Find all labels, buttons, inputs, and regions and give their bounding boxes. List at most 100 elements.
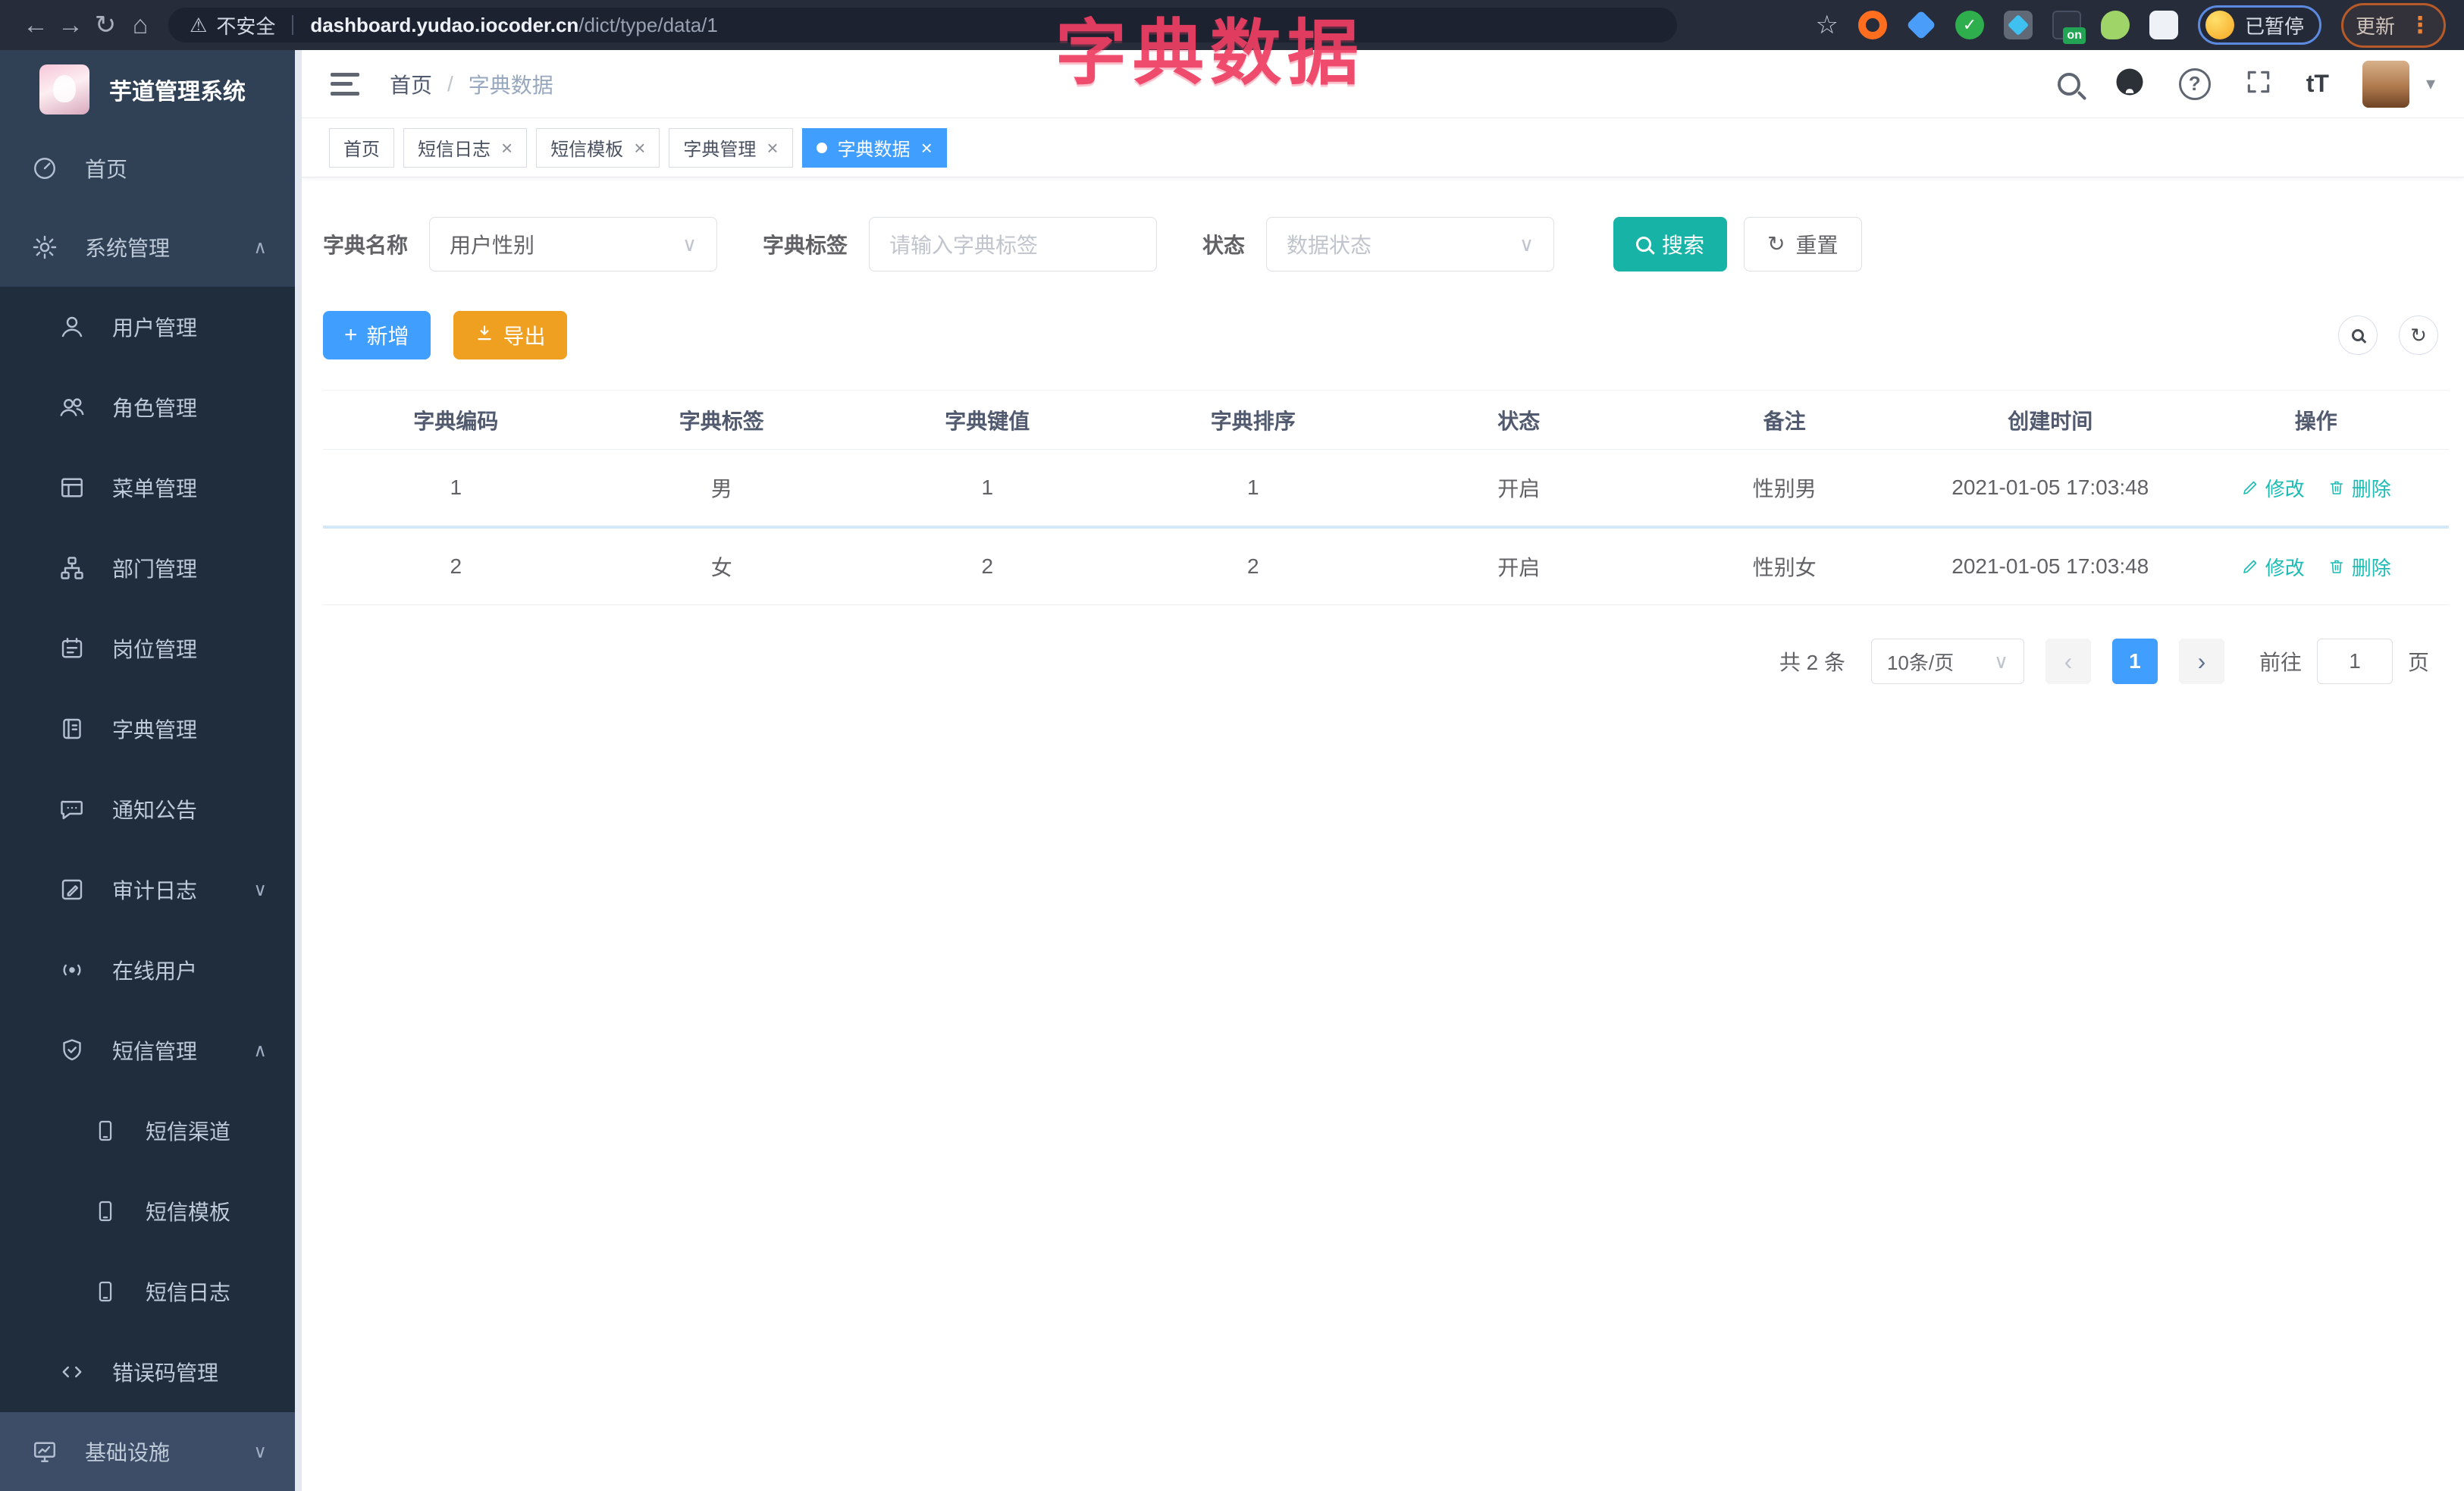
prev-page-button[interactable]: ‹ — [2045, 639, 2091, 684]
page-size-select[interactable]: 10条/页 ∨ — [1870, 639, 2024, 684]
refresh-table-button[interactable]: ↻ — [2399, 315, 2438, 355]
download-icon — [475, 323, 494, 348]
tab-dict-data-active[interactable]: 字典数据 × — [801, 127, 947, 168]
blue-gem-shape — [1906, 10, 1936, 40]
main-area: 首页 / 字典数据 ? tT ▾ 首页 短信日志 × 短信模板 × 字典管理 ×… — [302, 50, 2464, 1491]
bookmark-star-icon[interactable]: ☆ — [1815, 10, 1838, 40]
browser-actions: ☆ ✓ on 已暂停 更新 ⋮ — [1815, 2, 2446, 48]
browser-menu-icon[interactable]: ⋮ — [2409, 12, 2431, 39]
sidebar-item-menus[interactable]: 菜单管理 — [0, 447, 302, 528]
total-count: 共 2 条 — [1779, 651, 1845, 674]
extension-gray-diamond-icon[interactable] — [2003, 11, 2033, 39]
extensions-puzzle-icon[interactable] — [2149, 11, 2178, 39]
forward-icon[interactable]: → — [53, 11, 88, 40]
sidebar-item-system[interactable]: 系统管理 ∧ — [0, 208, 302, 287]
tab-sms-template[interactable]: 短信模板 × — [536, 127, 660, 168]
extension-on-badge-icon[interactable]: on — [2052, 11, 2086, 44]
active-dot — [816, 142, 827, 153]
tab-dict-manage[interactable]: 字典管理 × — [669, 127, 793, 168]
home-icon[interactable]: ⌂ — [123, 11, 158, 40]
chevron-down-icon: ∨ — [253, 1441, 267, 1462]
dict-name-select[interactable]: 用户性别 ∨ — [429, 217, 718, 272]
table-header-row: 字典编码 字典标签 字典键值 字典排序 状态 备注 创建时间 操作 — [323, 391, 2449, 450]
search-icon[interactable] — [2057, 72, 2080, 96]
back-icon[interactable]: ← — [18, 11, 53, 40]
next-page-button[interactable]: › — [2178, 639, 2224, 684]
caret-down-icon[interactable]: ▾ — [2426, 73, 2435, 95]
hamburger-icon[interactable] — [331, 72, 359, 96]
code-icon — [58, 1358, 86, 1386]
font-size-icon[interactable]: tT — [2306, 70, 2329, 98]
reset-button[interactable]: ↻ 重置 — [1744, 217, 1862, 272]
phone-icon — [91, 1198, 120, 1224]
close-icon[interactable]: × — [501, 138, 513, 158]
sidebar-item-sms-template[interactable]: 短信模板 — [0, 1171, 302, 1251]
message-bubble-icon — [58, 796, 86, 823]
extension-blue-gem-icon[interactable] — [1906, 10, 1936, 40]
sidebar-item-notices[interactable]: 通知公告 — [0, 769, 302, 849]
sidebar-item-dict[interactable]: 字典管理 — [0, 689, 302, 769]
sidebar-item-sms[interactable]: 短信管理 ∧ — [0, 1010, 302, 1091]
sidebar-item-sms-log[interactable]: 短信日志 — [0, 1251, 302, 1332]
sidebar-item-online-users[interactable]: 在线用户 — [0, 930, 302, 1010]
shield-check-icon — [58, 1037, 86, 1064]
goto-label: 前往 — [2259, 651, 2302, 674]
address-bar[interactable]: ⚠ 不安全 dashboard.yudao.iocoder.cn /dict/t… — [168, 8, 1677, 42]
sidebar-item-sms-channel[interactable]: 短信渠道 — [0, 1091, 302, 1171]
help-icon[interactable]: ? — [2178, 67, 2211, 100]
export-button[interactable]: 导出 — [453, 311, 567, 359]
chevron-up-icon: ∧ — [253, 1040, 267, 1061]
search-button[interactable]: 搜索 — [1613, 217, 1728, 272]
delete-link[interactable]: 删除 — [2328, 474, 2391, 502]
fullscreen-icon[interactable] — [2244, 67, 2273, 100]
extension-orange-icon[interactable] — [1857, 11, 1887, 39]
monitor-icon — [30, 1438, 59, 1465]
add-button[interactable]: + 新增 — [323, 311, 431, 359]
delete-link[interactable]: 删除 — [2328, 553, 2391, 581]
status-text: 开启 — [1497, 477, 1541, 501]
github-icon[interactable] — [2114, 66, 2146, 102]
breadcrumb-home[interactable]: 首页 — [390, 69, 432, 99]
current-page-button[interactable]: 1 — [2111, 639, 2158, 684]
sidebar-scrollbar[interactable] — [295, 50, 302, 1491]
gear-icon — [30, 234, 59, 261]
tab-home[interactable]: 首页 — [329, 127, 394, 168]
close-icon[interactable]: × — [766, 138, 778, 158]
extension-green-check-icon[interactable]: ✓ — [1955, 11, 1984, 39]
browser-profile-button[interactable]: 已暂停 — [2197, 5, 2321, 45]
sidebar-item-audit-log[interactable]: 审计日志 ∨ — [0, 849, 302, 930]
sidebar-item-error-codes[interactable]: 错误码管理 — [0, 1332, 302, 1412]
close-icon[interactable]: × — [634, 138, 645, 158]
browser-update-button[interactable]: 更新 ⋮ — [2340, 2, 2446, 48]
sidebar-item-users[interactable]: 用户管理 — [0, 287, 302, 367]
plus-icon: + — [344, 322, 358, 347]
chevron-down-icon: ∨ — [1519, 232, 1535, 256]
user-avatar[interactable] — [2362, 60, 2409, 108]
edit-link[interactable]: 修改 — [2241, 553, 2305, 581]
url-host: dashboard.yudao.iocoder.cn — [310, 13, 579, 36]
show-search-toggle-button[interactable] — [2338, 315, 2378, 355]
breadcrumb-separator: / — [447, 71, 453, 96]
system-submenu: 用户管理 角色管理 菜单管理 部门管理 岗位管理 字典管理 通知公告 审计日志 … — [0, 287, 302, 1412]
app-logo-row[interactable]: 芋道管理系统 — [0, 50, 302, 129]
trash-icon — [2330, 560, 2343, 573]
status-select[interactable]: 数据状态 ∨ — [1266, 217, 1555, 272]
sidebar-item-departments[interactable]: 部门管理 — [0, 528, 302, 608]
table-tools: ↻ — [2338, 315, 2438, 355]
sidebar-item-posts[interactable]: 岗位管理 — [0, 608, 302, 689]
edit-link[interactable]: 修改 — [2241, 474, 2305, 502]
not-secure-label: 不安全 — [216, 14, 276, 38]
chevron-down-icon: ∨ — [253, 879, 267, 900]
goto-page-input[interactable]: 1 — [2316, 639, 2393, 684]
sidebar-item-home[interactable]: 首页 — [0, 129, 302, 208]
badge-icon — [58, 635, 86, 662]
sidebar-item-infrastructure[interactable]: 基础设施 ∨ — [0, 1412, 302, 1491]
dict-label-input[interactable]: 请输入字典标签 — [869, 217, 1158, 272]
reload-icon[interactable]: ↻ — [88, 10, 123, 40]
close-icon[interactable]: × — [921, 138, 933, 158]
tab-sms-log[interactable]: 短信日志 × — [403, 127, 528, 168]
address-divider — [292, 15, 294, 35]
sidebar-item-roles[interactable]: 角色管理 — [0, 367, 302, 447]
extension-sprout-icon[interactable] — [2100, 11, 2130, 39]
refresh-icon: ↻ — [2410, 323, 2427, 347]
